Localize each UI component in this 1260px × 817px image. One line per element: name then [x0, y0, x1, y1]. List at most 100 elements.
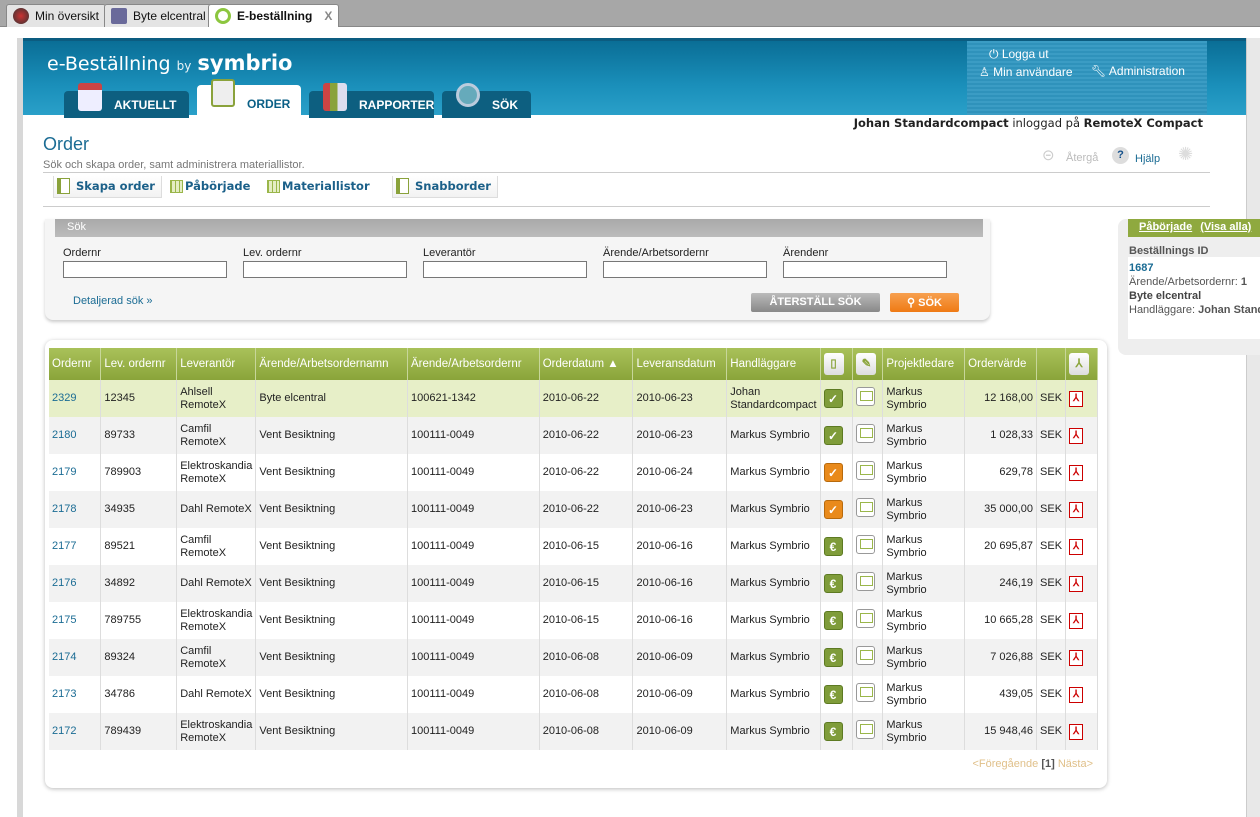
started-tab-link[interactable]: Påbörjade	[1139, 221, 1192, 233]
table-row[interactable]: 2175 789755 Elektroskandia RemoteX Vent Bes…	[49, 602, 1098, 639]
search-button[interactable]: ⚲ SÖK	[890, 293, 959, 312]
monitor-icon[interactable]	[856, 720, 876, 739]
nav-tab-aktuellt[interactable]: AKTUELLT	[64, 83, 189, 118]
material-lists-button[interactable]: Materiallistor	[264, 176, 376, 198]
browser-tab-e-bestallning[interactable]: E-beställning X	[208, 4, 340, 28]
column-header[interactable]: Leveransdatum	[632, 348, 728, 380]
cell-ordernr[interactable]: 2329	[49, 380, 102, 417]
invoice-euro-icon[interactable]: €	[823, 574, 843, 593]
column-header[interactable]: Ärende/Arbetsordernr	[407, 348, 540, 380]
cell-ordernr[interactable]: 2179	[49, 454, 102, 491]
next-page-link[interactable]: Nästa>	[1058, 758, 1093, 770]
partial-check-icon[interactable]: ✓	[823, 500, 843, 519]
monitor-icon[interactable]	[856, 424, 876, 443]
invoice-euro-icon[interactable]: €	[823, 722, 843, 741]
show-all-link[interactable]: (Visa alla)	[1200, 221, 1251, 233]
browser-tab-byte-elcentral[interactable]: Byte elcentral	[104, 4, 213, 27]
table-row[interactable]: 2180 89733 Camfil RemoteX Vent Besiktning 10…	[49, 417, 1098, 454]
monitor-icon[interactable]	[856, 498, 876, 517]
scrollbar[interactable]	[1246, 38, 1260, 817]
check-icon[interactable]: ✓	[823, 389, 843, 408]
table-row[interactable]: 2174 89324 Camfil RemoteX Vent Besiktning 10…	[49, 639, 1098, 676]
monitor-icon[interactable]	[856, 683, 876, 702]
cell-ordernr[interactable]: 2180	[49, 417, 102, 454]
monitor-icon[interactable]	[856, 461, 876, 480]
pdf-icon[interactable]: ⅄	[1069, 427, 1084, 444]
quick-order-button[interactable]: Snabborder	[392, 176, 498, 198]
column-header[interactable]: Projektledare	[882, 348, 966, 380]
table-row[interactable]: 2178 34935 Dahl RemoteX Vent Besiktning 1001…	[49, 491, 1098, 528]
column-header[interactable]: Leverantör	[176, 348, 257, 380]
close-icon[interactable]: X	[324, 9, 332, 23]
partial-check-icon[interactable]: ✓	[823, 463, 843, 482]
column-header[interactable]	[1036, 348, 1067, 380]
pdf-icon[interactable]: ⅄	[1069, 612, 1084, 629]
column-header[interactable]: Handläggare	[726, 348, 821, 380]
cell-leveransdatum: 2010-06-23	[632, 380, 728, 417]
nav-tab-order[interactable]: ORDER	[197, 79, 301, 118]
nav-tab-sok[interactable]: SÖK	[442, 83, 531, 118]
cell-ordernr[interactable]: 2178	[49, 491, 102, 528]
table-row[interactable]: 2177 89521 Camfil RemoteX Vent Besiktning 10…	[49, 528, 1098, 565]
search-icon: ⚲	[907, 297, 916, 309]
column-header[interactable]: Lev. ordernr	[100, 348, 178, 380]
check-icon[interactable]: ✓	[823, 426, 843, 445]
started-orders-button[interactable]: Påbörjade	[167, 176, 256, 198]
monitor-icon[interactable]	[856, 535, 876, 554]
monitor-icon[interactable]	[856, 646, 876, 665]
table-row[interactable]: 2179 789903 Elektroskandia RemoteX Vent Bes…	[49, 454, 1098, 491]
table-row[interactable]: 2329 12345 Ahlsell RemoteX Byte elcentral 10…	[49, 380, 1098, 417]
pdf-icon[interactable]: ⅄	[1069, 390, 1084, 407]
table-row[interactable]: 2173 34786 Dahl RemoteX Vent Besiktning 1001…	[49, 676, 1098, 713]
cell-orderdatum: 2010-06-22	[539, 491, 634, 528]
detailed-search-link[interactable]: Detaljerad sök »	[73, 295, 153, 307]
started-order-item[interactable]: 1687 Ärende/Arbetsordernr: 1 Byte elcent…	[1128, 257, 1260, 339]
lev-ordernr-input[interactable]	[243, 261, 407, 278]
pdf-icon[interactable]: ⅄	[1069, 649, 1084, 666]
table-row[interactable]: 2176 34892 Dahl RemoteX Vent Besiktning 1001…	[49, 565, 1098, 602]
column-header-icon[interactable]: ▯	[820, 348, 854, 380]
invoice-euro-icon[interactable]: €	[823, 611, 843, 630]
arbetsordernr-input[interactable]	[603, 261, 767, 278]
my-user-link[interactable]: ♙ Min användare	[979, 65, 1073, 79]
column-header[interactable]: Ordervärde	[964, 348, 1038, 380]
nav-tab-rapporter[interactable]: RAPPORTER	[309, 83, 434, 118]
cell-ordernr[interactable]: 2177	[49, 528, 102, 565]
pdf-icon[interactable]: ⅄	[1069, 575, 1084, 592]
column-header[interactable]: Ordernr	[49, 348, 102, 380]
monitor-icon[interactable]	[856, 387, 876, 406]
help-link[interactable]: Hjälp	[1135, 153, 1160, 165]
column-header-icon[interactable]: ✎	[852, 348, 884, 380]
prev-page-link[interactable]: <Föregående	[973, 758, 1039, 770]
pdf-icon[interactable]: ⅄	[1069, 723, 1084, 740]
back-link[interactable]: Återgå	[1066, 152, 1098, 164]
ordernr-input[interactable]	[63, 261, 227, 278]
browser-tab-min-oversikt[interactable]: Min översikt	[6, 4, 107, 27]
pdf-icon[interactable]: ⅄	[1069, 538, 1084, 555]
pdf-icon[interactable]: ⅄	[1069, 501, 1084, 518]
cell-ordernr[interactable]: 2172	[49, 713, 102, 750]
invoice-euro-icon[interactable]: €	[823, 537, 843, 556]
column-header[interactable]: Ärende/Arbetsordernamn	[255, 348, 409, 380]
column-header[interactable]: Orderdatum ▲	[539, 348, 634, 380]
monitor-icon[interactable]	[856, 572, 876, 591]
leverantor-input[interactable]	[423, 261, 587, 278]
invoice-euro-icon[interactable]: €	[823, 648, 843, 667]
pdf-icon[interactable]: ⅄	[1069, 686, 1084, 703]
create-order-button[interactable]: Skapa order	[53, 176, 162, 198]
cell-ordernr[interactable]: 2174	[49, 639, 102, 676]
cell-ordernr[interactable]: 2173	[49, 676, 102, 713]
pdf-icon[interactable]: ⅄	[1069, 464, 1084, 481]
help-icon[interactable]: ?	[1112, 147, 1129, 164]
arendenr-input[interactable]	[783, 261, 947, 278]
reset-search-button[interactable]: ÅTERSTÄLL SÖK	[751, 293, 880, 312]
administration-link[interactable]: 🔧︎ Administration	[1091, 64, 1185, 78]
cell-ordernr[interactable]: 2175	[49, 602, 102, 639]
invoice-euro-icon[interactable]: €	[823, 685, 843, 704]
cell-ordernr[interactable]: 2176	[49, 565, 102, 602]
back-icon[interactable]: ⊝	[1042, 146, 1055, 164]
logout-link[interactable]: ⏻ Logga ut	[989, 47, 1049, 62]
column-header-icon[interactable]: ⅄	[1065, 348, 1098, 380]
monitor-icon[interactable]	[856, 609, 876, 628]
table-row[interactable]: 2172 789439 Elektroskandia RemoteX Vent Bes…	[49, 713, 1098, 750]
